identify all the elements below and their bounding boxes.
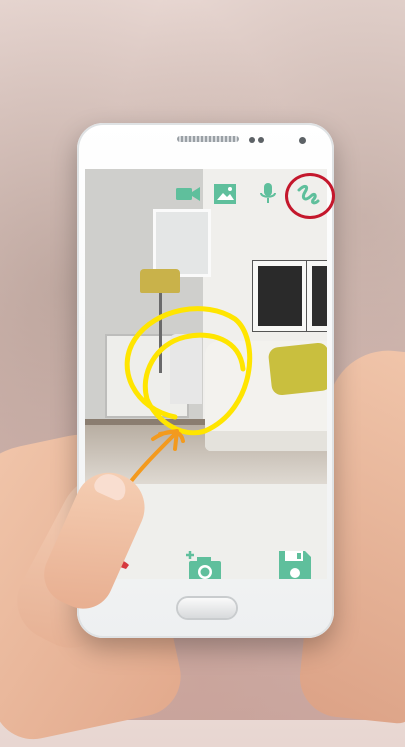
front-camera <box>299 137 306 144</box>
microphone-icon[interactable] <box>255 182 281 206</box>
earpiece-speaker <box>177 136 239 142</box>
room-window <box>153 209 211 277</box>
wall-picture <box>307 261 327 331</box>
image-icon[interactable] <box>212 182 238 206</box>
room-lamp-stem <box>159 293 162 373</box>
sensor-dot <box>258 137 264 143</box>
room-lamp <box>140 269 180 293</box>
video-camera-icon[interactable] <box>175 182 201 206</box>
sensor-dot <box>249 137 255 143</box>
sofa-pillow <box>267 341 327 397</box>
add-photo-camera-icon[interactable] <box>185 547 225 579</box>
room-chair <box>170 334 202 404</box>
selected-tool-highlight-circle <box>285 173 335 219</box>
wall-picture <box>253 261 307 331</box>
home-button[interactable] <box>178 598 236 618</box>
save-floppy-icon[interactable] <box>275 547 315 579</box>
